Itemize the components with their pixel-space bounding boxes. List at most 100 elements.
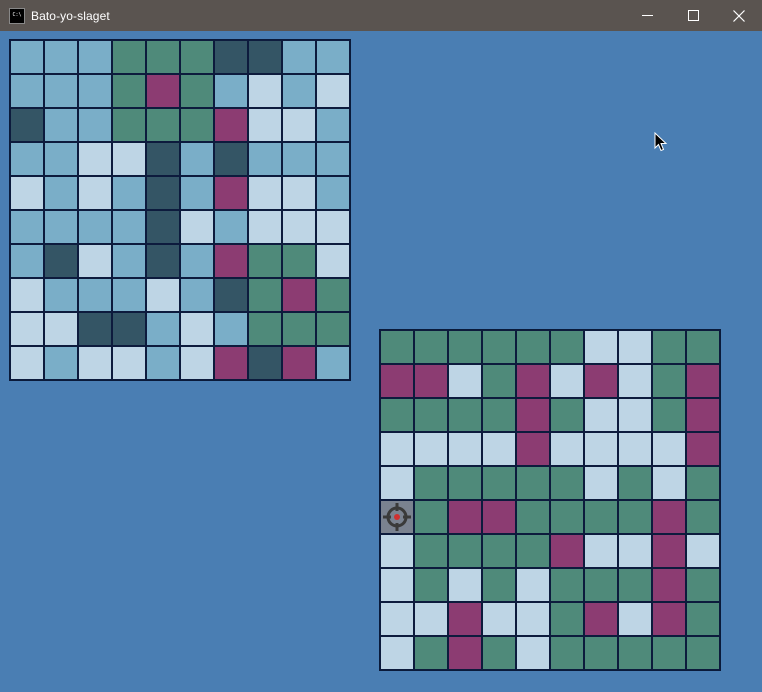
enemy-board-cell[interactable]	[516, 534, 550, 568]
enemy-board-cell[interactable]	[482, 636, 516, 670]
enemy-board-cell[interactable]	[414, 568, 448, 602]
enemy-board-cell[interactable]	[516, 398, 550, 432]
enemy-board-cell[interactable]	[380, 500, 414, 534]
enemy-board-cell[interactable]	[482, 500, 516, 534]
enemy-board-cell[interactable]	[516, 602, 550, 636]
enemy-board-cell[interactable]	[414, 364, 448, 398]
enemy-board-cell[interactable]	[686, 568, 720, 602]
enemy-board-cell[interactable]	[618, 330, 652, 364]
enemy-board[interactable]	[379, 329, 721, 671]
enemy-board-cell[interactable]	[516, 636, 550, 670]
enemy-board-cell[interactable]	[414, 500, 448, 534]
enemy-board-cell[interactable]	[550, 534, 584, 568]
enemy-board-cell[interactable]	[516, 432, 550, 466]
enemy-board-cell[interactable]	[550, 568, 584, 602]
enemy-board-cell[interactable]	[380, 466, 414, 500]
enemy-board-cell[interactable]	[414, 432, 448, 466]
enemy-board-cell[interactable]	[652, 432, 686, 466]
enemy-board-cell[interactable]	[482, 534, 516, 568]
enemy-board-cell[interactable]	[448, 500, 482, 534]
enemy-board-cell[interactable]	[380, 398, 414, 432]
enemy-board-cell[interactable]	[550, 398, 584, 432]
enemy-board-cell[interactable]	[448, 398, 482, 432]
enemy-board-cell[interactable]	[618, 398, 652, 432]
enemy-board-cell[interactable]	[482, 330, 516, 364]
enemy-board-cell[interactable]	[618, 466, 652, 500]
enemy-board-cell[interactable]	[380, 602, 414, 636]
enemy-board-cell[interactable]	[482, 398, 516, 432]
enemy-board-cell[interactable]	[550, 330, 584, 364]
enemy-board-cell[interactable]	[550, 466, 584, 500]
enemy-board-cell[interactable]	[516, 330, 550, 364]
enemy-board-cell[interactable]	[652, 636, 686, 670]
enemy-board-cell[interactable]	[584, 602, 618, 636]
enemy-board-cell[interactable]	[482, 466, 516, 500]
enemy-board-cell[interactable]	[448, 602, 482, 636]
enemy-board-cell[interactable]	[448, 466, 482, 500]
enemy-board-cell[interactable]	[414, 330, 448, 364]
enemy-board-cell[interactable]	[550, 602, 584, 636]
enemy-board-cell[interactable]	[618, 364, 652, 398]
enemy-board-cell[interactable]	[618, 534, 652, 568]
enemy-board-cell[interactable]	[584, 330, 618, 364]
enemy-board-cell[interactable]	[482, 364, 516, 398]
enemy-board-cell[interactable]	[652, 330, 686, 364]
enemy-board-cell[interactable]	[448, 534, 482, 568]
enemy-board-cell[interactable]	[516, 500, 550, 534]
enemy-board-cell[interactable]	[584, 636, 618, 670]
enemy-board-cell[interactable]	[482, 602, 516, 636]
enemy-board-cell[interactable]	[482, 568, 516, 602]
close-button[interactable]	[716, 0, 762, 31]
enemy-board-cell[interactable]	[584, 568, 618, 602]
enemy-board-cell[interactable]	[686, 602, 720, 636]
enemy-board-cell[interactable]	[686, 364, 720, 398]
enemy-board-cell[interactable]	[584, 466, 618, 500]
enemy-board-cell[interactable]	[686, 330, 720, 364]
enemy-board-cell[interactable]	[686, 534, 720, 568]
enemy-board-cell[interactable]	[448, 432, 482, 466]
enemy-board-cell[interactable]	[686, 432, 720, 466]
enemy-board-cell[interactable]	[652, 534, 686, 568]
enemy-board-cell[interactable]	[550, 364, 584, 398]
enemy-board-cell[interactable]	[618, 636, 652, 670]
enemy-board-cell[interactable]	[516, 568, 550, 602]
enemy-board-cell[interactable]	[584, 432, 618, 466]
enemy-board-cell[interactable]	[686, 466, 720, 500]
enemy-board-cell[interactable]	[618, 500, 652, 534]
maximize-button[interactable]	[670, 0, 716, 31]
enemy-board-cell[interactable]	[584, 398, 618, 432]
enemy-board-cell[interactable]	[380, 364, 414, 398]
enemy-board-cell[interactable]	[652, 398, 686, 432]
enemy-board-cell[interactable]	[550, 500, 584, 534]
enemy-board-cell[interactable]	[414, 636, 448, 670]
enemy-board-cell[interactable]	[380, 568, 414, 602]
enemy-board-cell[interactable]	[448, 364, 482, 398]
enemy-board-cell[interactable]	[448, 330, 482, 364]
enemy-board-cell[interactable]	[652, 500, 686, 534]
enemy-board-cell[interactable]	[448, 568, 482, 602]
enemy-board-cell[interactable]	[584, 500, 618, 534]
minimize-button[interactable]	[624, 0, 670, 31]
enemy-board-cell[interactable]	[584, 534, 618, 568]
enemy-board-cell[interactable]	[618, 568, 652, 602]
enemy-board-cell[interactable]	[652, 602, 686, 636]
enemy-board-cell[interactable]	[380, 636, 414, 670]
enemy-board-cell[interactable]	[448, 636, 482, 670]
enemy-board-cell[interactable]	[516, 364, 550, 398]
enemy-board-cell[interactable]	[652, 466, 686, 500]
enemy-board-cell[interactable]	[618, 602, 652, 636]
enemy-board-cell[interactable]	[652, 364, 686, 398]
enemy-board-cell[interactable]	[618, 432, 652, 466]
enemy-board-cell[interactable]	[414, 534, 448, 568]
enemy-board-cell[interactable]	[516, 466, 550, 500]
enemy-board-cell[interactable]	[414, 398, 448, 432]
enemy-board-cell[interactable]	[686, 500, 720, 534]
enemy-board-cell[interactable]	[482, 432, 516, 466]
enemy-board-cell[interactable]	[414, 602, 448, 636]
enemy-board-cell[interactable]	[584, 364, 618, 398]
enemy-board-cell[interactable]	[686, 398, 720, 432]
enemy-board-cell[interactable]	[652, 568, 686, 602]
enemy-board-cell[interactable]	[550, 636, 584, 670]
enemy-board-cell[interactable]	[550, 432, 584, 466]
enemy-board-cell[interactable]	[380, 534, 414, 568]
